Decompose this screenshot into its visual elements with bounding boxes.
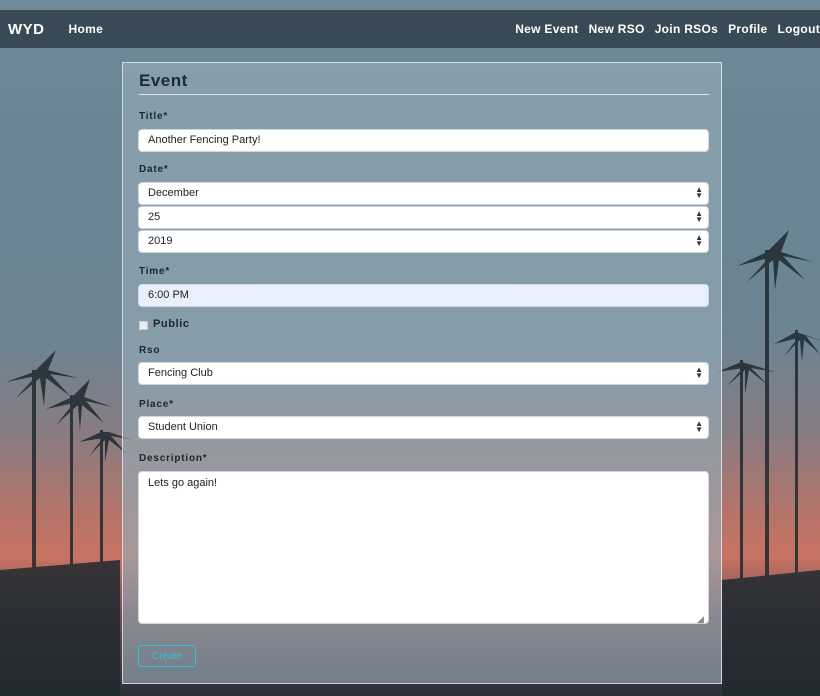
nav-join-rsos-link[interactable]: Join RSOs bbox=[655, 22, 718, 36]
nav-new-event-link[interactable]: New Event bbox=[515, 22, 578, 36]
nav-logout-link[interactable]: Logout bbox=[778, 22, 820, 36]
public-label: Public bbox=[153, 318, 190, 330]
title-input[interactable]: Another Fencing Party! bbox=[138, 129, 709, 152]
place-value: Student Union bbox=[148, 421, 218, 433]
top-nav-bar: WYD Home New Event New RSO Join RSOs Pro… bbox=[0, 10, 820, 48]
nav-new-rso-link[interactable]: New RSO bbox=[589, 22, 645, 36]
nav-right-links: New Event New RSO Join RSOs Profile Logo… bbox=[515, 22, 820, 36]
nav-home-link[interactable]: Home bbox=[69, 22, 104, 36]
rso-label: Rso bbox=[139, 345, 161, 356]
public-checkbox[interactable] bbox=[139, 321, 148, 330]
place-label: Place* bbox=[139, 399, 174, 410]
select-arrows-icon: ▲ ▼ bbox=[695, 365, 703, 380]
rso-select[interactable]: Fencing Club ▲ ▼ bbox=[138, 362, 709, 385]
place-select[interactable]: Student Union ▲ ▼ bbox=[138, 416, 709, 439]
time-label: Time* bbox=[139, 266, 171, 277]
brand-logo[interactable]: WYD bbox=[8, 21, 45, 38]
select-arrows-icon: ▲ ▼ bbox=[695, 185, 703, 200]
create-button[interactable]: Create bbox=[138, 645, 196, 667]
month-select[interactable]: December ▲ ▼ bbox=[138, 182, 709, 205]
title-label: Title* bbox=[139, 111, 169, 122]
select-arrows-icon: ▲ ▼ bbox=[695, 209, 703, 224]
day-select[interactable]: 25 ▲ ▼ bbox=[138, 206, 709, 229]
month-value: December bbox=[148, 187, 199, 199]
description-textarea[interactable]: Lets go again! bbox=[138, 471, 709, 624]
event-form-panel: Event Title* Another Fencing Party! Date… bbox=[122, 62, 722, 684]
rso-value: Fencing Club bbox=[148, 367, 213, 379]
form-heading: Event bbox=[139, 71, 709, 95]
year-select[interactable]: 2019 ▲ ▼ bbox=[138, 230, 709, 253]
resize-handle-icon[interactable]: ◢ bbox=[697, 614, 706, 624]
day-value: 25 bbox=[148, 211, 161, 223]
select-arrows-icon: ▲ ▼ bbox=[695, 419, 703, 434]
select-arrows-icon: ▲ ▼ bbox=[695, 233, 703, 248]
nav-profile-link[interactable]: Profile bbox=[728, 22, 767, 36]
description-label: Description* bbox=[139, 453, 208, 464]
time-input[interactable]: 6:00 PM bbox=[138, 284, 709, 307]
date-label: Date* bbox=[139, 164, 169, 175]
year-value: 2019 bbox=[148, 235, 173, 247]
